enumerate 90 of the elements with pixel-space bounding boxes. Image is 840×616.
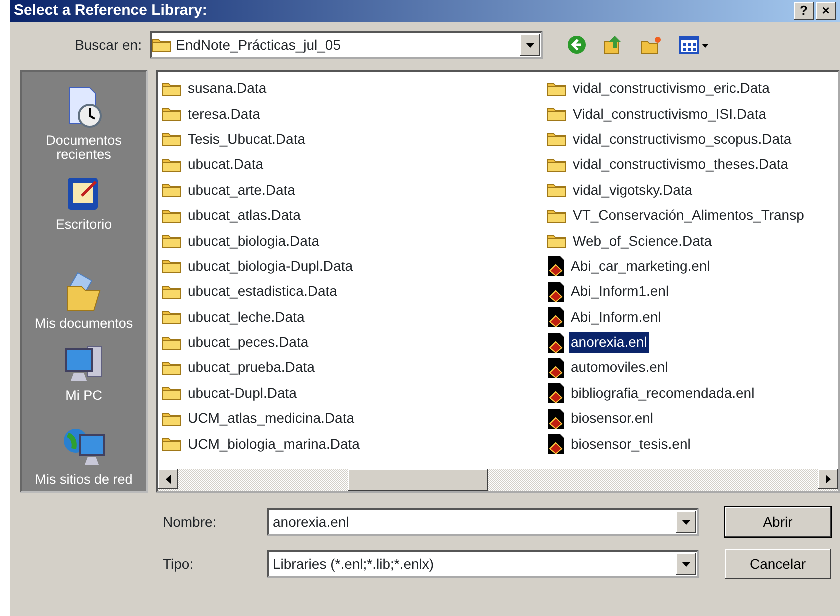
folder-icon (547, 156, 567, 173)
folder-icon (162, 309, 182, 326)
file-item[interactable]: ubucat_prueba.Data (186, 357, 317, 378)
folder-icon (162, 284, 182, 300)
file-item[interactable]: UCM_biologia_marina.Data (186, 434, 362, 455)
window-title: Select a Reference Library: (14, 0, 208, 21)
view-menu-icon[interactable] (679, 35, 711, 55)
library-file-icon (547, 306, 565, 328)
library-file-icon (547, 255, 565, 278)
file-item[interactable]: automoviles.enl (569, 357, 670, 378)
name-label: Nombre: (163, 512, 218, 532)
file-item[interactable]: UCM_atlas_medicina.Data (186, 408, 357, 430)
file-type-dropdown[interactable]: Libraries (*.enl;*.lib;*.enlx) (267, 550, 699, 578)
file-item[interactable]: biosensor.enl (569, 408, 656, 430)
type-label: Tipo: (163, 554, 195, 574)
library-file-icon (547, 332, 565, 354)
file-item[interactable]: Vidal_constructivismo_ISI.Data (571, 104, 768, 125)
folder-icon (547, 106, 567, 122)
place-label[interactable]: Documentos recientes (34, 134, 134, 162)
dropdown-button[interactable] (676, 511, 696, 533)
library-file-icon (547, 356, 565, 379)
help-button[interactable]: ? (794, 2, 814, 20)
file-item[interactable]: ubucat_biologia-Dupl.Data (186, 256, 355, 277)
folder-icon (547, 233, 567, 250)
place-label[interactable]: Escritorio (56, 218, 112, 233)
file-item[interactable]: biosensor_tesis.enl (569, 434, 693, 455)
file-item[interactable]: Abi_Inform1.enl (569, 281, 672, 302)
folder-icon (547, 208, 567, 224)
folder-icon (162, 410, 182, 427)
place-label[interactable]: Mis sitios de red (35, 472, 133, 488)
caret-icon (526, 42, 534, 48)
folder-icon (162, 385, 182, 402)
library-file-icon (547, 382, 565, 404)
place-label[interactable]: Mis documentos (34, 316, 134, 331)
dropdown-button[interactable] (676, 553, 696, 575)
library-file-icon (547, 280, 565, 303)
folder-icon (162, 80, 182, 97)
folder-icon (162, 182, 182, 198)
folder-icon (162, 106, 182, 122)
scrollbar-thumb[interactable] (348, 469, 488, 491)
folder-icon (162, 208, 182, 224)
file-item[interactable]: susana.Data (186, 78, 269, 100)
file-item[interactable]: ubucat_biologia.Data (186, 230, 322, 252)
open-button[interactable]: Abrir (725, 507, 831, 537)
caret-icon (682, 562, 690, 566)
file-item[interactable]: vidal_constructivismo_scopus.Data (571, 128, 794, 150)
library-file-icon (547, 408, 565, 430)
folder-icon (152, 37, 172, 53)
folder-icon (162, 258, 182, 274)
back-icon[interactable] (567, 35, 587, 55)
file-item[interactable]: Tesis_Ubucat.Data (186, 128, 308, 150)
left-arrow-icon (166, 474, 170, 484)
file-item[interactable]: ubucat_peces.Data (186, 332, 311, 354)
file-item[interactable]: ubucat_estadistica.Data (186, 281, 340, 302)
folder-icon (547, 131, 567, 148)
place-label[interactable]: Mi PC (66, 388, 102, 403)
file-item[interactable]: Abi_car_marketing.enl (569, 256, 712, 277)
folder-icon (162, 233, 182, 250)
file-item[interactable]: teresa.Data (186, 104, 262, 125)
new-folder-icon[interactable] (641, 35, 663, 55)
file-item[interactable]: vidal_constructivismo_eric.Data (571, 78, 772, 100)
file-name-field[interactable]: anorexia.enl (267, 508, 699, 536)
file-item[interactable]: ubucat_arte.Data (186, 180, 298, 201)
close-button[interactable]: × (816, 2, 836, 20)
folder-icon (162, 156, 182, 173)
folder-icon (547, 80, 567, 97)
file-item[interactable]: VT_Conservación_Alimentos_Transp (571, 205, 806, 226)
caret-icon (682, 520, 690, 524)
folder-icon (162, 360, 182, 376)
file-item[interactable]: Web_of_Science.Data (571, 230, 714, 252)
file-item[interactable]: ubucat_atlas.Data (186, 205, 303, 226)
file-item[interactable]: Abi_Inform.enl (569, 306, 664, 328)
file-item[interactable]: anorexia.enl (569, 332, 650, 354)
folder-icon (162, 334, 182, 351)
folder-icon (162, 131, 182, 148)
file-item[interactable]: ubucat_leche.Data (186, 306, 307, 328)
horizontal-scrollbar[interactable] (158, 469, 838, 491)
look-in-label: Buscar en: (74, 36, 143, 54)
file-item[interactable]: bibliografia_recomendada.enl (569, 382, 757, 404)
file-item[interactable]: ubucat-Dupl.Data (186, 382, 299, 404)
right-arrow-icon (826, 474, 830, 484)
file-item[interactable]: ubucat.Data (186, 154, 266, 176)
file-item[interactable]: vidal_vigotsky.Data (571, 180, 695, 201)
folder-icon (162, 436, 182, 452)
dropdown-button[interactable] (520, 34, 540, 56)
file-item[interactable]: vidal_constructivismo_theses.Data (571, 154, 791, 176)
look-in-dropdown[interactable]: EndNote_Prácticas_jul_05 (150, 31, 543, 59)
cancel-button[interactable]: Cancelar (725, 549, 831, 579)
folder-icon (547, 182, 567, 198)
library-file-icon (547, 433, 565, 456)
